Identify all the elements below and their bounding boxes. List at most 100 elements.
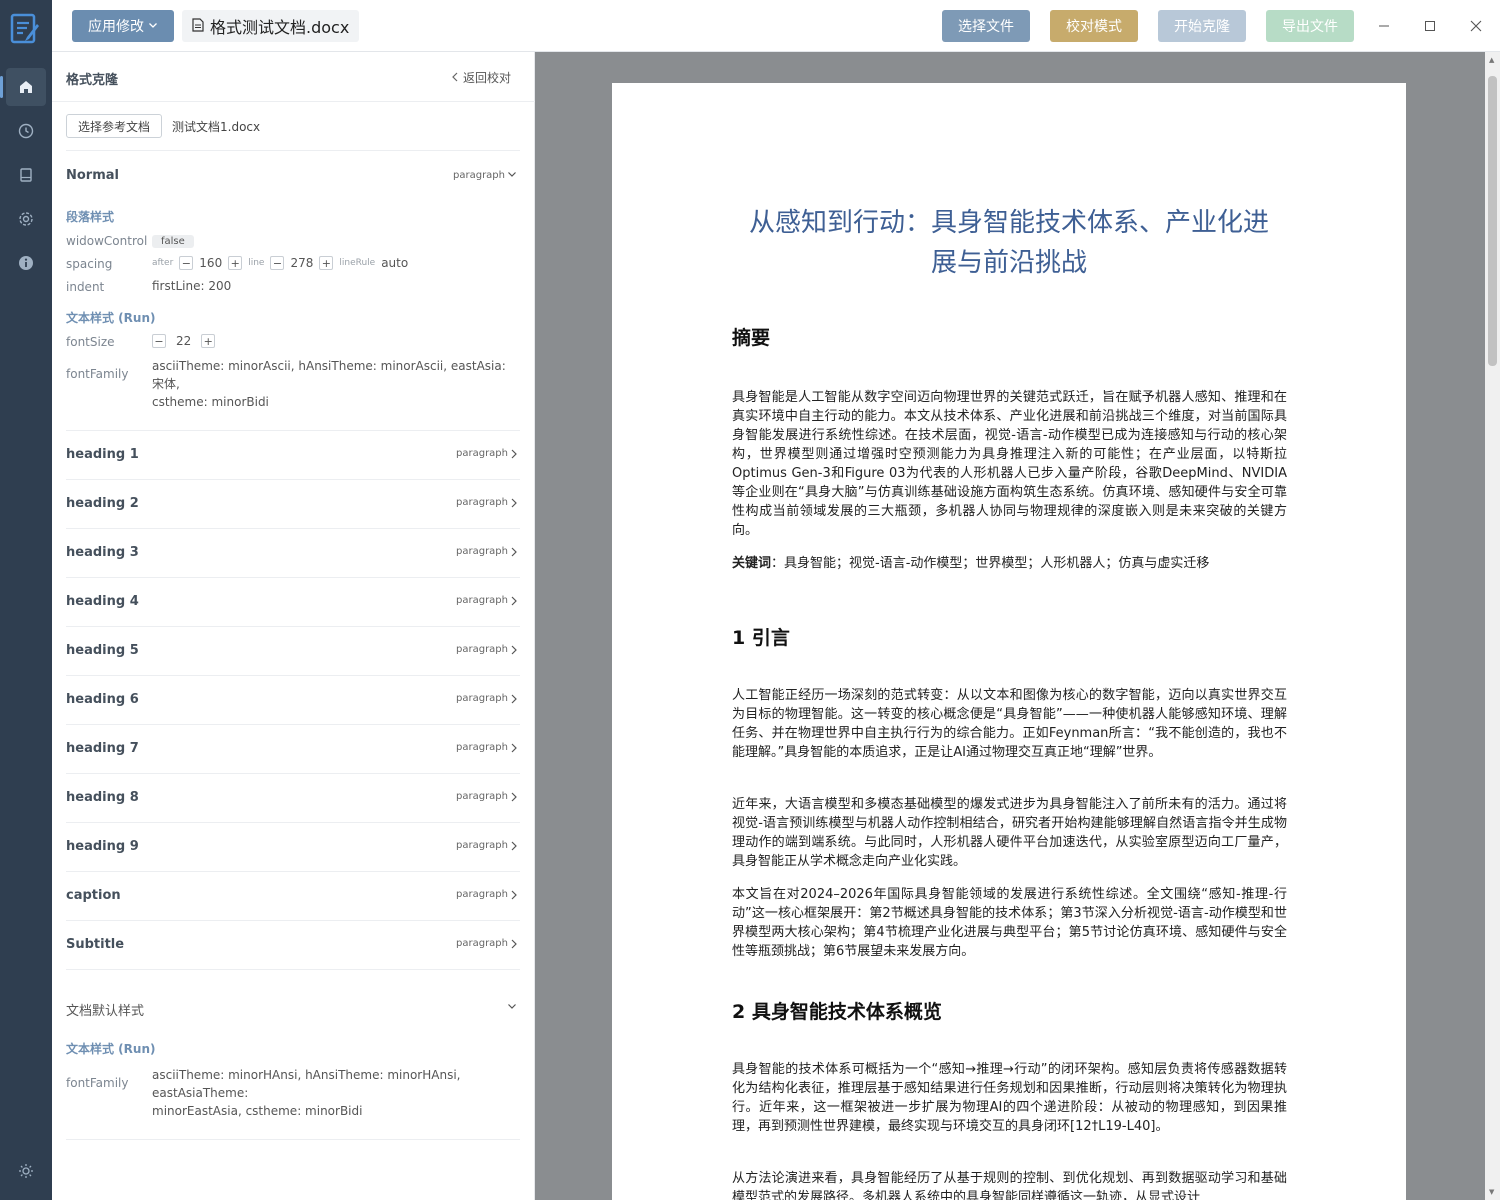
style-row-name: heading 2: [66, 496, 139, 511]
preview-scrollbar[interactable]: ▲ ▼: [1485, 52, 1500, 1200]
font-family-value-line2: cstheme: minorBidi: [152, 395, 269, 409]
style-row[interactable]: Subtitle paragraph: [52, 921, 535, 970]
proof-mode-button[interactable]: 校对模式: [1050, 10, 1138, 42]
nav-home-button[interactable]: [0, 68, 46, 106]
abstract-heading: 摘要: [732, 327, 771, 349]
font-size-label: fontSize: [66, 335, 115, 349]
style-row[interactable]: heading 5 paragraph: [52, 627, 535, 676]
back-to-proof-link[interactable]: 返回校对: [451, 69, 511, 86]
body-paragraph: 人工智能正经历一场深刻的范式转变：从以文本和图像为核心的数字智能，迈向以真实世界…: [732, 688, 1287, 760]
select-file-button[interactable]: 选择文件: [942, 10, 1030, 42]
style-type-label: paragraph: [456, 448, 508, 459]
line-increment-button[interactable]: +: [319, 256, 334, 270]
divider: [66, 150, 520, 151]
keywords-label: 关键词: [732, 556, 772, 571]
document-title-line2: 展与前沿挑战: [930, 248, 1087, 278]
font-family-value-line1: asciiTheme: minorAscii, hAnsiTheme: mino…: [152, 359, 506, 391]
chevron-right-icon: [511, 645, 517, 654]
style-row[interactable]: caption paragraph: [52, 872, 535, 921]
theme-toggle-button[interactable]: [6, 1152, 46, 1190]
style-row-name: heading 1: [66, 447, 139, 462]
style-row[interactable]: heading 2 paragraph: [52, 480, 535, 529]
style-type-label: paragraph: [456, 889, 508, 900]
divider: [66, 1139, 520, 1140]
style-type-label: paragraph: [456, 595, 508, 606]
chevron-right-icon: [511, 449, 517, 458]
minimize-icon[interactable]: [1372, 14, 1396, 38]
spacing-controls: after − 160 + line − 278 + lineRule auto: [152, 256, 408, 270]
nav-history-button[interactable]: [6, 112, 46, 150]
reference-file-name: 测试文档1.docx: [172, 119, 261, 134]
widow-control-badge[interactable]: false: [152, 235, 194, 248]
after-value[interactable]: 160: [199, 256, 222, 270]
font-size-value[interactable]: 22: [172, 334, 195, 348]
paragraph-style-heading: 段落样式: [66, 210, 115, 224]
style-row[interactable]: heading 6 paragraph: [52, 676, 535, 725]
widow-control-value[interactable]: false: [152, 233, 194, 248]
after-increment-button[interactable]: +: [228, 256, 243, 270]
style-type-label: paragraph: [456, 693, 508, 704]
scrollbar-thumb[interactable]: [1488, 76, 1497, 366]
font-family-value: asciiTheme: minorAscii, hAnsiTheme: mino…: [152, 357, 512, 411]
style-row-tag: paragraph: [456, 889, 518, 900]
chevron-right-icon: [511, 547, 517, 556]
nav-settings-button[interactable]: [6, 200, 46, 238]
style-type-label: paragraph: [453, 170, 505, 181]
maximize-icon[interactable]: [1418, 14, 1442, 38]
apply-changes-button[interactable]: 应用修改: [72, 10, 174, 42]
home-icon: [18, 79, 34, 95]
line-rule-key: lineRule: [339, 258, 376, 268]
book-icon: [18, 167, 34, 183]
style-row[interactable]: heading 4 paragraph: [52, 578, 535, 627]
style-row-name: heading 6: [66, 692, 139, 707]
chevron-down-icon[interactable]: [507, 1001, 517, 1011]
document-icon: [192, 17, 204, 36]
body-paragraph: 从方法论演进来看，具身智能经历了从基于规则的控制、到优化规划、再到数据驱动学习和…: [732, 1171, 1287, 1200]
chevron-left-icon: [451, 71, 459, 85]
icon-rail: [0, 0, 52, 1200]
font-size-decrement-button[interactable]: −: [152, 334, 166, 348]
style-row-name: heading 3: [66, 545, 139, 560]
style-row-name: heading 4: [66, 594, 139, 609]
line-value[interactable]: 278: [290, 256, 313, 270]
document-defaults-title[interactable]: 文档默认样式: [66, 1000, 144, 1019]
line-rule-value: auto: [381, 256, 409, 270]
style-row-tag: paragraph: [456, 497, 518, 508]
after-decrement-button[interactable]: −: [179, 256, 194, 270]
select-reference-button[interactable]: 选择参考文档: [66, 114, 163, 138]
style-row-tag: paragraph: [456, 791, 518, 802]
style-name-normal[interactable]: Normal: [66, 168, 119, 183]
style-row-tag: paragraph: [456, 595, 518, 606]
style-row[interactable]: heading 7 paragraph: [52, 725, 535, 774]
sun-icon: [18, 1163, 34, 1179]
scroll-down-icon[interactable]: ▼: [1489, 1188, 1494, 1196]
line-decrement-button[interactable]: −: [270, 256, 285, 270]
style-toggle-normal[interactable]: paragraph: [453, 169, 517, 182]
style-type-label: paragraph: [456, 644, 508, 655]
start-clone-button[interactable]: 开始克隆: [1158, 10, 1246, 42]
style-row[interactable]: heading 3 paragraph: [52, 529, 535, 578]
style-row-name: heading 5: [66, 643, 139, 658]
style-row-tag: paragraph: [456, 840, 518, 851]
defaults-font-family-value: asciiTheme: minorHAnsi, hAnsiTheme: mino…: [152, 1066, 517, 1120]
back-to-proof-label: 返回校对: [462, 71, 511, 85]
export-file-button[interactable]: 导出文件: [1266, 10, 1354, 42]
style-row[interactable]: heading 1 paragraph: [52, 431, 535, 480]
scroll-up-icon[interactable]: ▲: [1489, 56, 1494, 64]
nav-library-button[interactable]: [6, 156, 46, 194]
document-title-line1: 从感知到行动：具身智能技术体系、产业化进: [748, 208, 1269, 238]
style-row[interactable]: heading 8 paragraph: [52, 774, 535, 823]
style-type-label: paragraph: [456, 546, 508, 557]
style-row-tag: paragraph: [456, 448, 518, 459]
close-icon[interactable]: [1464, 14, 1488, 38]
style-row[interactable]: heading 9 paragraph: [52, 823, 535, 872]
chevron-down-icon: [148, 18, 158, 34]
style-row-tag: paragraph: [456, 742, 518, 753]
section-heading-1: 1 引言: [732, 627, 790, 649]
document-tab[interactable]: 格式测试文档.docx: [182, 10, 360, 42]
style-type-label: paragraph: [456, 840, 508, 851]
nav-about-button[interactable]: [6, 244, 46, 282]
font-size-increment-button[interactable]: +: [201, 334, 216, 348]
chevron-right-icon: [511, 841, 517, 850]
style-type-label: paragraph: [456, 497, 508, 508]
